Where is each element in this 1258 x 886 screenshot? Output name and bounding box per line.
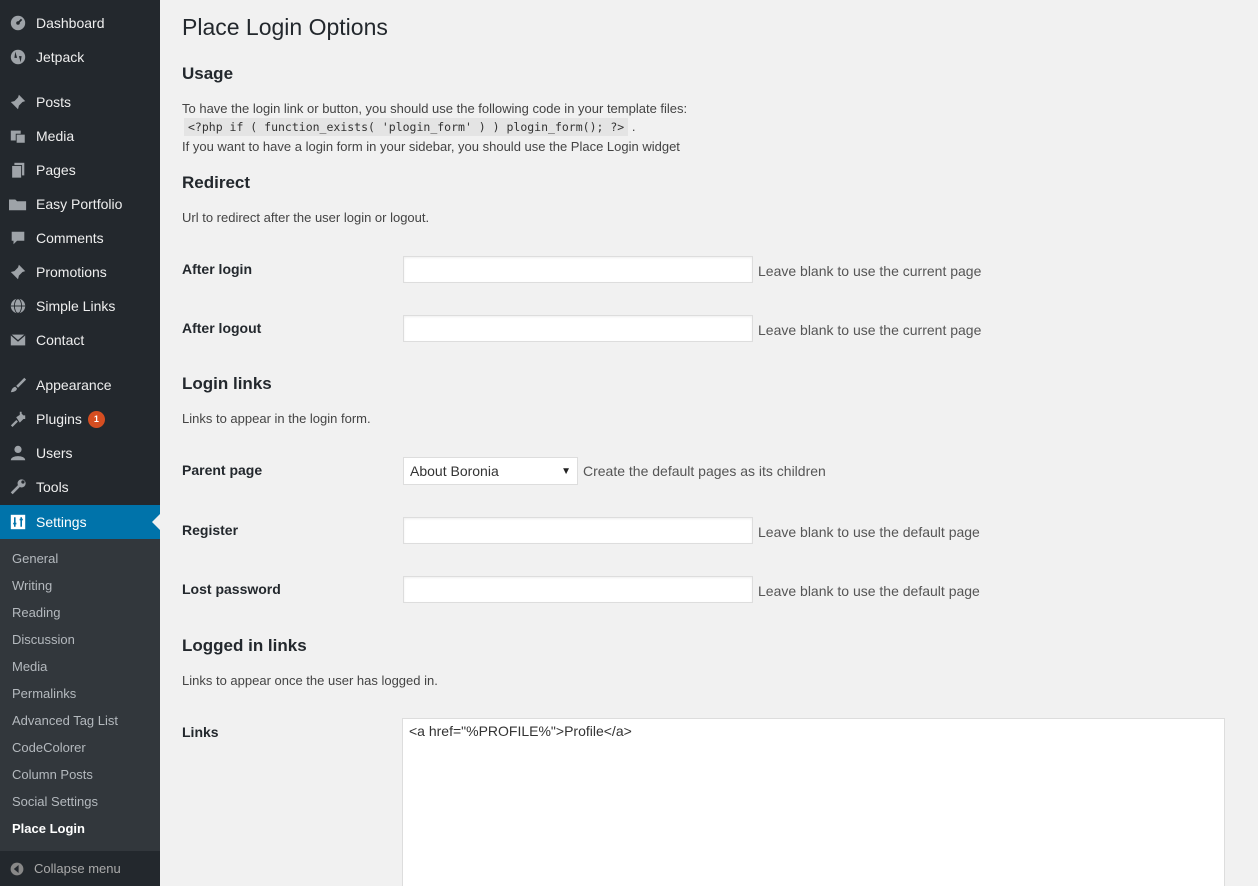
after-logout-input[interactable] xyxy=(403,315,753,342)
pin-icon xyxy=(0,263,36,281)
brush-icon xyxy=(0,376,36,394)
links-label: Links xyxy=(182,724,219,740)
submenu-general[interactable]: General xyxy=(12,551,58,566)
collapse-arrow-icon xyxy=(0,861,34,877)
register-input[interactable] xyxy=(403,517,753,544)
after-login-label: After login xyxy=(182,261,252,277)
menu-posts[interactable]: Posts xyxy=(0,85,160,119)
plugin-icon xyxy=(0,410,36,428)
usage-code: <?php if ( function_exists( 'plogin_form… xyxy=(184,118,629,136)
folder-icon xyxy=(0,195,36,213)
menu-settings[interactable]: Settings xyxy=(0,505,160,539)
collapse-menu-button[interactable]: Collapse menu xyxy=(0,851,160,886)
menu-comments[interactable]: Comments xyxy=(0,221,160,255)
menu-appearance[interactable]: Appearance xyxy=(0,368,160,402)
logged-in-links-heading: Logged in links xyxy=(182,636,307,655)
submenu-advanced-tag-list[interactable]: Advanced Tag List xyxy=(12,713,118,728)
menu-users[interactable]: Users xyxy=(0,436,160,470)
menu-simple-links[interactable]: Simple Links xyxy=(0,289,160,323)
menu-media[interactable]: Media xyxy=(0,119,160,153)
usage-line2: If you want to have a login form in your… xyxy=(182,139,680,154)
settings-icon xyxy=(0,514,36,530)
media-icon xyxy=(0,127,36,145)
admin-sidebar: Dashboard Jetpack Posts Media Pages Easy… xyxy=(0,0,160,886)
redirect-description: Url to redirect after the user login or … xyxy=(182,210,430,225)
usage-heading: Usage xyxy=(182,64,234,83)
usage-code-suffix: . xyxy=(631,119,636,134)
after-login-hint: Leave blank to use the current page xyxy=(758,263,982,279)
submenu-reading[interactable]: Reading xyxy=(12,605,60,620)
menu-dashboard[interactable]: Dashboard xyxy=(0,6,160,40)
pages-icon xyxy=(0,161,36,179)
lost-password-input[interactable] xyxy=(403,576,753,603)
update-count-badge: 1 xyxy=(87,410,105,428)
jetpack-icon xyxy=(0,48,36,66)
menu-contact[interactable]: Contact xyxy=(0,323,160,357)
menu-pages[interactable]: Pages xyxy=(0,153,160,187)
parent-page-hint: Create the default pages as its children xyxy=(583,463,826,479)
after-logout-hint: Leave blank to use the current page xyxy=(758,322,982,338)
user-icon xyxy=(0,444,36,462)
usage-line1: To have the login link or button, you sh… xyxy=(182,101,688,116)
comment-icon xyxy=(0,229,36,247)
after-login-input[interactable] xyxy=(403,256,753,283)
redirect-heading: Redirect xyxy=(182,173,251,192)
dashboard-icon xyxy=(0,14,36,32)
mail-icon xyxy=(0,331,36,349)
logged-in-links-description: Links to appear once the user has logged… xyxy=(182,673,438,688)
menu-promotions[interactable]: Promotions xyxy=(0,255,160,289)
lost-password-hint: Leave blank to use the default page xyxy=(758,583,980,599)
pin-icon xyxy=(0,93,36,111)
after-logout-label: After logout xyxy=(182,320,262,336)
menu-easy-portfolio[interactable]: Easy Portfolio xyxy=(0,187,160,221)
submenu-media[interactable]: Media xyxy=(12,659,47,674)
globe-icon xyxy=(0,297,36,315)
usage-code-line: <?php if ( function_exists( 'plogin_form… xyxy=(184,118,636,136)
parent-page-label: Parent page xyxy=(182,462,263,478)
submenu-place-login[interactable]: Place Login xyxy=(12,821,85,836)
submenu-permalinks[interactable]: Permalinks xyxy=(12,686,76,701)
submenu-discussion[interactable]: Discussion xyxy=(12,632,75,647)
parent-page-selected: About Boronia xyxy=(410,463,499,479)
submenu-codecolorer[interactable]: CodeColorer xyxy=(12,740,86,755)
menu-plugins[interactable]: Plugins 1 xyxy=(0,402,160,436)
menu-tools[interactable]: Tools xyxy=(0,470,160,504)
page-title: Place Login Options xyxy=(182,14,388,40)
lost-password-label: Lost password xyxy=(182,581,281,597)
collapse-menu-label: Collapse menu xyxy=(34,861,121,876)
chevron-down-icon: ▼ xyxy=(561,465,571,477)
wrench-icon xyxy=(0,478,36,496)
submenu-writing[interactable]: Writing xyxy=(12,578,52,593)
register-hint: Leave blank to use the default page xyxy=(758,524,980,540)
submenu-social-settings[interactable]: Social Settings xyxy=(12,794,98,809)
links-textarea[interactable]: <a href="%PROFILE%">Profile</a> xyxy=(402,718,1225,886)
login-links-heading: Login links xyxy=(182,374,272,393)
login-links-description: Links to appear in the login form. xyxy=(182,411,371,426)
register-label: Register xyxy=(182,522,239,538)
settings-submenu: General Writing Reading Discussion Media… xyxy=(0,539,160,851)
parent-page-select[interactable]: About Boronia ▼ xyxy=(403,457,578,485)
menu-jetpack[interactable]: Jetpack xyxy=(0,40,160,74)
submenu-column-posts[interactable]: Column Posts xyxy=(12,767,93,782)
